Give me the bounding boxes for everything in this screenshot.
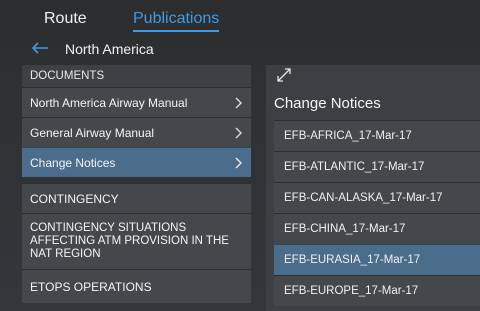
list-item-contingency-situations[interactable]: CONTINGENCY SITUATIONS AFFECTING ATM PRO… [22, 213, 251, 269]
change-notices-panel: Change Notices EFB-AFRICA_17-Mar-17 EFB-… [266, 65, 480, 311]
notice-item-selected[interactable]: EFB-EURASIA_17-Mar-17 [274, 244, 480, 275]
notices-list: EFB-AFRICA_17-Mar-17 EFB-ATLANTIC_17-Mar… [274, 120, 480, 306]
list-item-label: General Airway Manual [30, 126, 155, 140]
chevron-right-icon [235, 118, 243, 147]
breadcrumb: North America [0, 36, 480, 62]
tab-publications[interactable]: Publications [133, 10, 220, 32]
contingency-header: CONTINGENCY [22, 183, 251, 213]
documents-list: DOCUMENTS North America Airway Manual Ge… [22, 65, 251, 303]
list-item-label: ETOPS OPERATIONS [30, 280, 152, 294]
documents-header: DOCUMENTS [22, 65, 251, 87]
list-item-label: Change Notices [30, 156, 116, 170]
list-item-label: North America Airway Manual [30, 96, 188, 110]
chevron-right-icon [235, 88, 243, 117]
top-tabs: Route Publications [0, 0, 480, 34]
breadcrumb-title: North America [65, 41, 154, 57]
notice-item[interactable]: EFB-EUROPE_17-Mar-17 [274, 275, 480, 306]
notice-item[interactable]: EFB-CAN-ALASKA_17-Mar-17 [274, 182, 480, 213]
notice-item[interactable]: EFB-ATLANTIC_17-Mar-17 [274, 151, 480, 182]
expand-icon[interactable] [276, 67, 292, 83]
notice-item[interactable]: EFB-CHINA_17-Mar-17 [274, 213, 480, 244]
tab-route[interactable]: Route [44, 10, 87, 28]
back-arrow-icon[interactable] [30, 40, 50, 56]
chevron-right-icon [235, 148, 243, 177]
notice-item[interactable]: EFB-AFRICA_17-Mar-17 [274, 120, 480, 151]
list-item-general-airway-manual[interactable]: General Airway Manual [22, 117, 251, 147]
list-item-north-america-airway-manual[interactable]: North America Airway Manual [22, 87, 251, 117]
list-item-label: CONTINGENCY SITUATIONS AFFECTING ATM PRO… [30, 222, 229, 260]
panel-title: Change Notices [274, 95, 381, 112]
list-item-change-notices[interactable]: Change Notices [22, 147, 251, 177]
list-item-etops-operations[interactable]: ETOPS OPERATIONS [22, 269, 251, 303]
